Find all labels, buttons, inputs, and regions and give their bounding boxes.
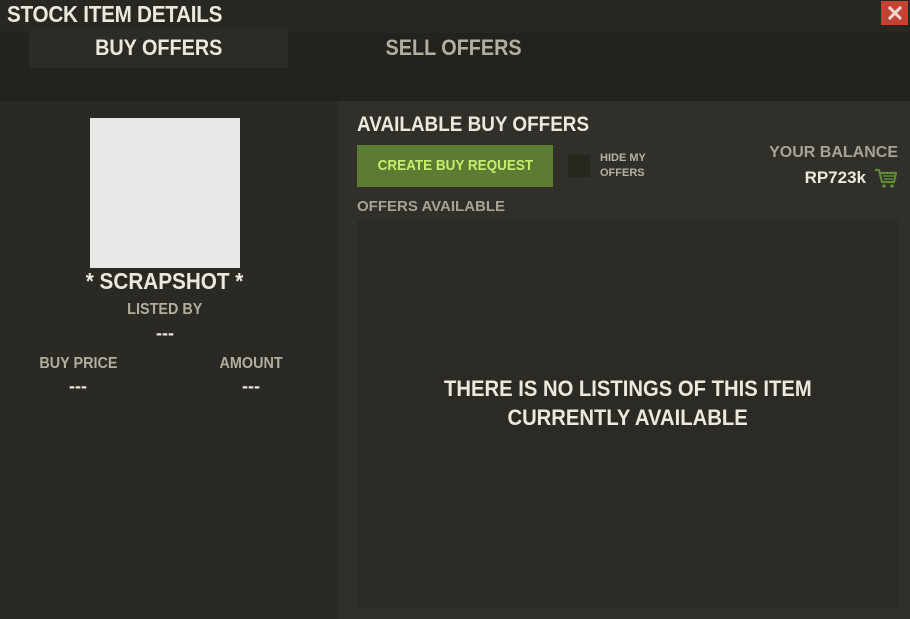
close-x-icon — [887, 6, 902, 20]
amount-value: --- — [242, 376, 260, 396]
listed-by-value: --- — [156, 323, 174, 343]
offers-available-label: OFFERS AVAILABLE — [357, 198, 506, 215]
empty-message-line-1: THERE IS NO LISTINGS OF THIS ITEM — [443, 376, 812, 401]
listed-by-label: LISTED BY — [127, 301, 203, 318]
create-buy-request-button[interactable]: CREATE BUY REQUEST — [357, 145, 553, 187]
amount-label: AMOUNT — [219, 355, 283, 372]
empty-listing-message: THERE IS NO LISTINGS OF THIS ITEM CURREN… — [357, 374, 898, 432]
close-button[interactable] — [881, 1, 908, 25]
buy-price-value: --- — [69, 376, 87, 396]
empty-message-line-2: CURRENTLY AVAILABLE — [507, 405, 748, 430]
item-name: * SCRAPSHOT * — [86, 268, 244, 294]
item-image — [90, 118, 240, 268]
balance-value: RP723k — [804, 168, 866, 187]
window-title: STOCK ITEM DETAILS — [7, 1, 223, 27]
balance-label: YOUR BALANCE — [769, 144, 898, 161]
offers-list: THERE IS NO LISTINGS OF THIS ITEM CURREN… — [357, 220, 898, 609]
hide-my-offers-label: HIDE MY OFFERS — [600, 152, 646, 179]
tab-buy-offers[interactable]: BUY OFFERS — [29, 28, 288, 68]
shopping-cart-icon — [875, 168, 898, 188]
available-buy-offers-title: AVAILABLE BUY OFFERS — [357, 113, 590, 136]
tab-buy-offers-label: BUY OFFERS — [94, 35, 223, 60]
tab-sell-offers[interactable]: SELL OFFERS — [338, 28, 570, 68]
hide-my-offers-checkbox[interactable] — [568, 155, 590, 177]
tab-sell-offers-label: SELL OFFERS — [385, 35, 523, 60]
buy-price-label: BUY PRICE — [38, 355, 118, 372]
